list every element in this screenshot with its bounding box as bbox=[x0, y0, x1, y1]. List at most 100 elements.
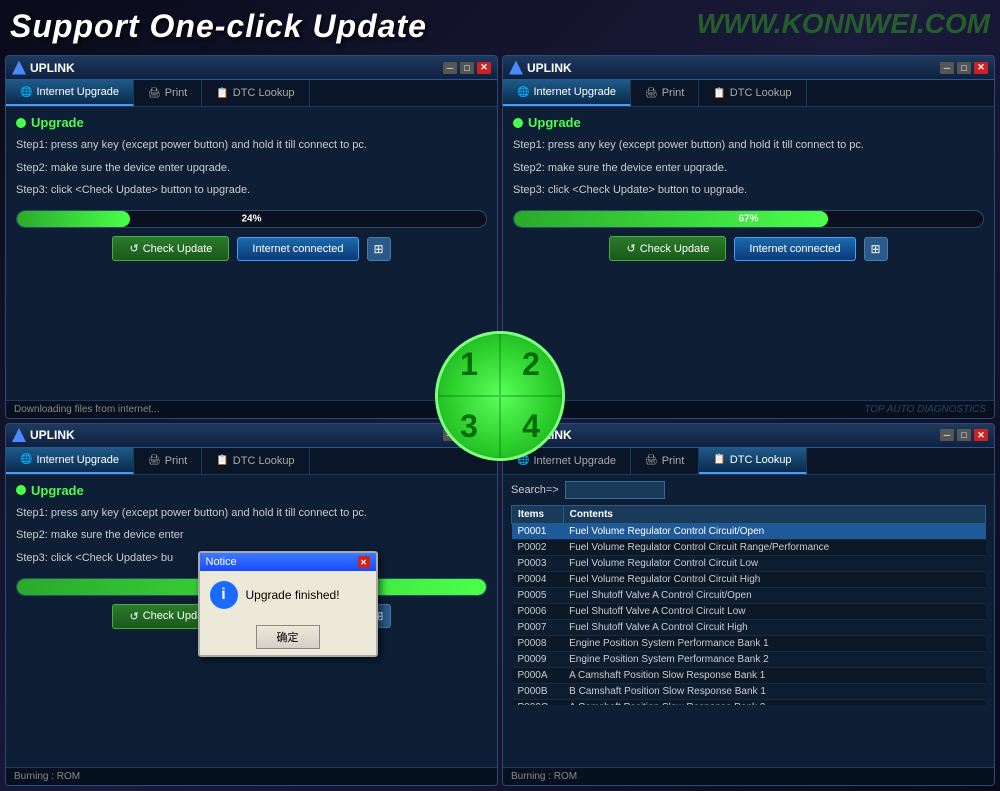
uplink-icon-q2 bbox=[509, 61, 523, 75]
titlebar-text-q3: UPLINK bbox=[30, 428, 443, 442]
notice-dialog: Notice ✕ i Upgrade finished! 确定 bbox=[198, 551, 378, 657]
dtc-table-container[interactable]: Items Contents P0001Fuel Volume Regulato… bbox=[511, 505, 986, 705]
minimize-btn-q2[interactable]: ─ bbox=[940, 62, 954, 74]
dtc-content-cell: Fuel Volume Regulator Control Circuit/Op… bbox=[563, 523, 985, 539]
tab-print-q2[interactable]: 🖨 Print bbox=[631, 80, 699, 106]
notice-ok-btn[interactable]: 确定 bbox=[256, 625, 320, 649]
table-row[interactable]: P0007Fuel Shutoff Valve A Control Circui… bbox=[512, 619, 986, 635]
close-btn-q1[interactable]: ✕ bbox=[477, 62, 491, 74]
info-icon: i bbox=[210, 581, 238, 609]
maximize-btn-q4[interactable]: □ bbox=[957, 429, 971, 441]
internet-connected-btn-q1[interactable]: Internet connected bbox=[237, 237, 358, 261]
dtc-content-cell: Fuel Shutoff Valve A Control Circuit Low bbox=[563, 603, 985, 619]
tab-dtc-q3[interactable]: 📋 DTC Lookup bbox=[202, 448, 309, 474]
table-row[interactable]: P0006Fuel Shutoff Valve A Control Circui… bbox=[512, 603, 986, 619]
tab-print-q3[interactable]: 🖨 Print bbox=[134, 448, 202, 474]
screen-icon-btn-q1[interactable]: ⊞ bbox=[367, 237, 391, 261]
tab-print-q4[interactable]: 🖨 Print bbox=[631, 448, 699, 474]
dtc-item: P0009 bbox=[512, 651, 564, 667]
quad-num-3: 3 bbox=[438, 396, 500, 458]
progress-track-q1: 24% bbox=[16, 210, 487, 228]
step1-q2: Step1: press any key (except power butto… bbox=[513, 136, 984, 155]
titlebar-q1: UPLINK ─ □ ✕ bbox=[6, 56, 497, 80]
search-input[interactable] bbox=[565, 481, 665, 499]
table-row[interactable]: P0009Engine Position System Performance … bbox=[512, 651, 986, 667]
check-update-btn-q1[interactable]: ↺ Check Update bbox=[112, 236, 229, 261]
dtc-content: Search=> Items Contents P0001Fuel Volume… bbox=[503, 475, 994, 768]
table-row[interactable]: P0003Fuel Volume Regulator Control Circu… bbox=[512, 555, 986, 571]
upgrade-title-q2: Upgrade bbox=[513, 115, 984, 130]
dtc-item: P000A bbox=[512, 667, 564, 683]
nav-tabs-q2: 🌐 Internet Upgrade 🖨 Print 📋 DTC Lookup bbox=[503, 80, 994, 107]
dtc-content-cell: Fuel Volume Regulator Control Circuit Lo… bbox=[563, 555, 985, 571]
maximize-btn-q2[interactable]: □ bbox=[957, 62, 971, 74]
status-bar-q4: Burning : ROM bbox=[503, 767, 994, 785]
globe-icon-q3: 🌐 bbox=[20, 454, 32, 465]
table-row[interactable]: P000AA Camshaft Position Slow Response B… bbox=[512, 667, 986, 683]
dtc-content-cell: Fuel Volume Regulator Control Circuit Hi… bbox=[563, 571, 985, 587]
tab-dtc-q4[interactable]: 📋 DTC Lookup bbox=[699, 448, 806, 474]
progress-text-q1: 24% bbox=[241, 214, 261, 225]
close-btn-q4[interactable]: ✕ bbox=[974, 429, 988, 441]
window-q4: UPLINK ─ □ ✕ 🌐 Internet Upgrade 🖨 Print … bbox=[502, 423, 995, 787]
minimize-btn-q4[interactable]: ─ bbox=[940, 429, 954, 441]
website-label: WWW.KONNWEI.COM bbox=[697, 8, 990, 40]
dtc-item: P000B bbox=[512, 683, 564, 699]
step2-q3: Step2: make sure the device enter bbox=[16, 526, 487, 545]
minimize-btn-q1[interactable]: ─ bbox=[443, 62, 457, 74]
upgrade-title-q3: Upgrade bbox=[16, 483, 487, 498]
search-label: Search=> bbox=[511, 484, 559, 496]
tab-dtc-q1[interactable]: 📋 DTC Lookup bbox=[202, 80, 309, 106]
dtc-content-cell: Fuel Shutoff Valve A Control Circuit/Ope… bbox=[563, 587, 985, 603]
uplink-icon-q1 bbox=[12, 61, 26, 75]
refresh-icon-q2: ↺ bbox=[626, 242, 635, 255]
progress-text-q2: 67% bbox=[738, 214, 758, 225]
check-update-btn-q2[interactable]: ↺ Check Update bbox=[609, 236, 726, 261]
dtc-item: P0004 bbox=[512, 571, 564, 587]
dtc-item: P0008 bbox=[512, 635, 564, 651]
notice-message: Upgrade finished! bbox=[246, 588, 340, 602]
notice-titlebar: Notice ✕ bbox=[200, 553, 376, 571]
dtc-content-cell: Engine Position System Performance Bank … bbox=[563, 635, 985, 651]
step3-q2: Step3: click <Check Update> button to up… bbox=[513, 181, 984, 200]
dtc-item: P0001 bbox=[512, 523, 564, 539]
table-row[interactable]: P0001Fuel Volume Regulator Control Circu… bbox=[512, 523, 986, 539]
col-contents: Contents bbox=[563, 505, 985, 523]
nav-tabs-q4: 🌐 Internet Upgrade 🖨 Print 📋 DTC Lookup bbox=[503, 448, 994, 475]
titlebar-q3: UPLINK ─ □ ✕ bbox=[6, 424, 497, 448]
tab-print-q1[interactable]: 🖨 Print bbox=[134, 80, 202, 106]
print-icon-q4: 🖨 bbox=[645, 455, 658, 466]
tab-dtc-q2[interactable]: 📋 DTC Lookup bbox=[699, 80, 806, 106]
table-row[interactable]: P0002Fuel Volume Regulator Control Circu… bbox=[512, 539, 986, 555]
table-row[interactable]: P0008Engine Position System Performance … bbox=[512, 635, 986, 651]
titlebar-q4: UPLINK ─ □ ✕ bbox=[503, 424, 994, 448]
maximize-btn-q1[interactable]: □ bbox=[460, 62, 474, 74]
tab-internet-upgrade-q3[interactable]: 🌐 Internet Upgrade bbox=[6, 448, 134, 474]
button-row-q1: ↺ Check Update Internet connected ⊞ bbox=[16, 236, 487, 261]
notice-title: Notice bbox=[206, 556, 237, 568]
table-row[interactable]: P0004Fuel Volume Regulator Control Circu… bbox=[512, 571, 986, 587]
quadrant-circle: 1 2 3 4 bbox=[435, 331, 565, 461]
dtc-icon-q4: 📋 bbox=[713, 454, 725, 465]
search-row: Search=> bbox=[511, 481, 986, 499]
step2-q1: Step2: make sure the device enter upqrad… bbox=[16, 159, 487, 178]
dtc-item: P0003 bbox=[512, 555, 564, 571]
table-row[interactable]: P0005Fuel Shutoff Valve A Control Circui… bbox=[512, 587, 986, 603]
tab-internet-upgrade-q2[interactable]: 🌐 Internet Upgrade bbox=[503, 80, 631, 106]
tab-internet-upgrade-q1[interactable]: 🌐 Internet Upgrade bbox=[6, 80, 134, 106]
content-q1: Upgrade Step1: press any key (except pow… bbox=[6, 107, 497, 400]
print-icon-q3: 🖨 bbox=[148, 455, 161, 466]
internet-connected-btn-q2[interactable]: Internet connected bbox=[734, 237, 855, 261]
dtc-icon-q2: 📋 bbox=[713, 88, 725, 99]
close-btn-q2[interactable]: ✕ bbox=[974, 62, 988, 74]
quad-num-1: 1 bbox=[438, 334, 500, 396]
titlebar-text-q2: UPLINK bbox=[527, 61, 940, 75]
table-row[interactable]: P000BB Camshaft Position Slow Response B… bbox=[512, 683, 986, 699]
table-row[interactable]: P000CA Camshaft Position Slow Response B… bbox=[512, 699, 986, 705]
notice-close-btn[interactable]: ✕ bbox=[358, 556, 370, 568]
screen-icon-btn-q2[interactable]: ⊞ bbox=[864, 237, 888, 261]
titlebar-buttons-q2: ─ □ ✕ bbox=[940, 62, 988, 74]
titlebar-buttons-q1: ─ □ ✕ bbox=[443, 62, 491, 74]
dtc-content-cell: Fuel Volume Regulator Control Circuit Ra… bbox=[563, 539, 985, 555]
dtc-item: P0002 bbox=[512, 539, 564, 555]
